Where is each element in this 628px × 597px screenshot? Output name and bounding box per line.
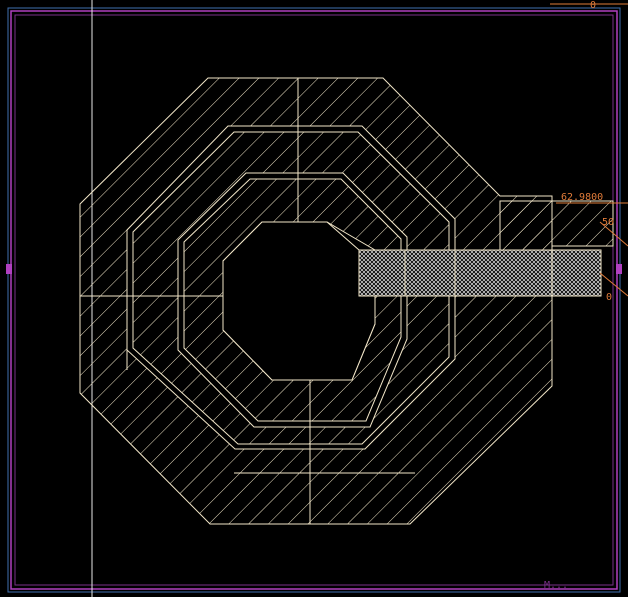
port-right-label: 50 — [602, 217, 614, 228]
port-tab[interactable] — [499, 200, 614, 251]
port-bottom-label: 0 — [606, 292, 612, 303]
inductor-layout-canvas[interactable]: 0 62.9800 50 0 M... — [0, 0, 628, 597]
width-readout: 62.9800 — [561, 192, 603, 203]
bottom-right-tag: M... — [544, 580, 568, 591]
top-ruler-value: 0 — [590, 0, 596, 11]
top-ruler: 0 — [550, 0, 628, 11]
port-via-bar[interactable] — [358, 249, 602, 297]
